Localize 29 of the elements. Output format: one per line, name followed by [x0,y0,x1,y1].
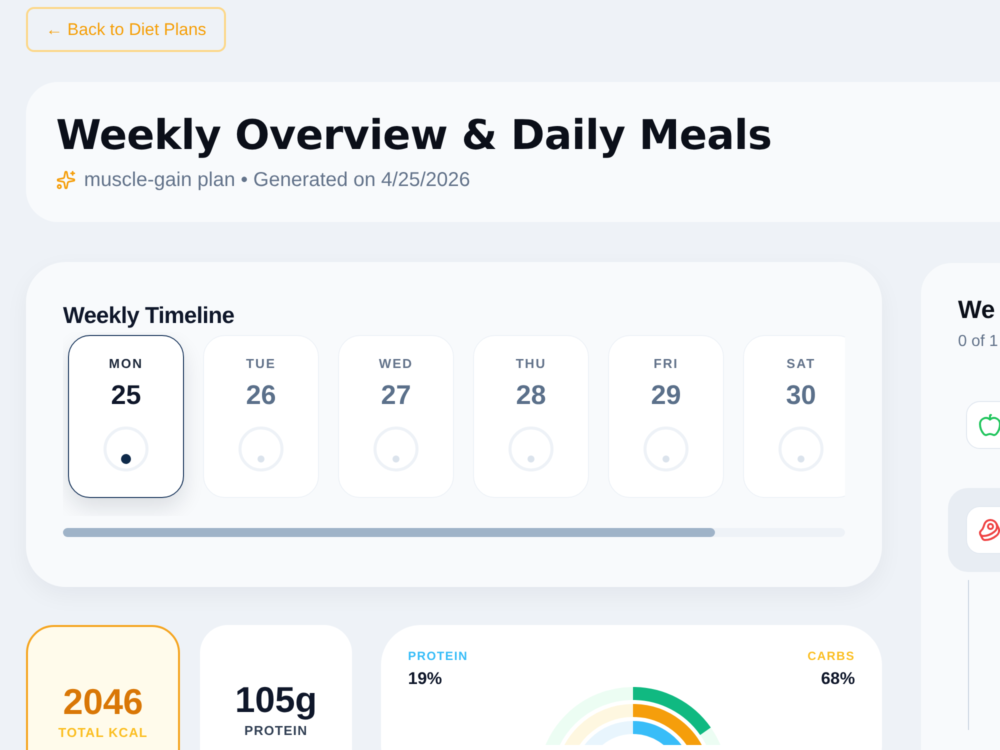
day-card[interactable]: FRI 29 [608,335,724,498]
day-card[interactable]: SAT 30 [743,335,845,498]
stat-value: 2046 [62,682,144,722]
progress-ring-icon [778,426,824,472]
progress-ring-icon [373,426,419,472]
day-card[interactable]: THU 28 [473,335,589,498]
stat-label: TOTAL KCAL [58,724,148,742]
plan-subtitle: muscle-gain plan • Generated on 4/25/2026 [84,168,470,193]
panel-subtitle: 0 of 1 [958,332,1000,352]
macro-value: 19% [408,668,442,690]
progress-ring-icon [103,426,149,472]
steak-icon[interactable] [966,506,1000,554]
stat-value: 105g [234,680,318,720]
page-title: Weekly Overview & Daily Meals [56,110,773,161]
day-card[interactable]: TUE 26 [203,335,319,498]
apple-icon[interactable] [966,401,1000,449]
progress-ring-icon [643,426,689,472]
progress-ring-icon [238,426,284,472]
timeline-title: Weekly Timeline [63,301,236,330]
sparkle-icon [56,170,76,190]
day-card[interactable]: WED 27 [338,335,454,498]
progress-ring-icon [508,426,554,472]
timeline-scrollbar[interactable] [63,528,845,537]
stat-label: PROTEIN [244,722,308,740]
day-card[interactable]: MON 25 [68,335,184,498]
macro-value: 68% [820,668,855,690]
panel-title: We [958,295,996,326]
macro-label: PROTEIN [408,648,468,664]
macro-label: CARBS [808,648,855,664]
